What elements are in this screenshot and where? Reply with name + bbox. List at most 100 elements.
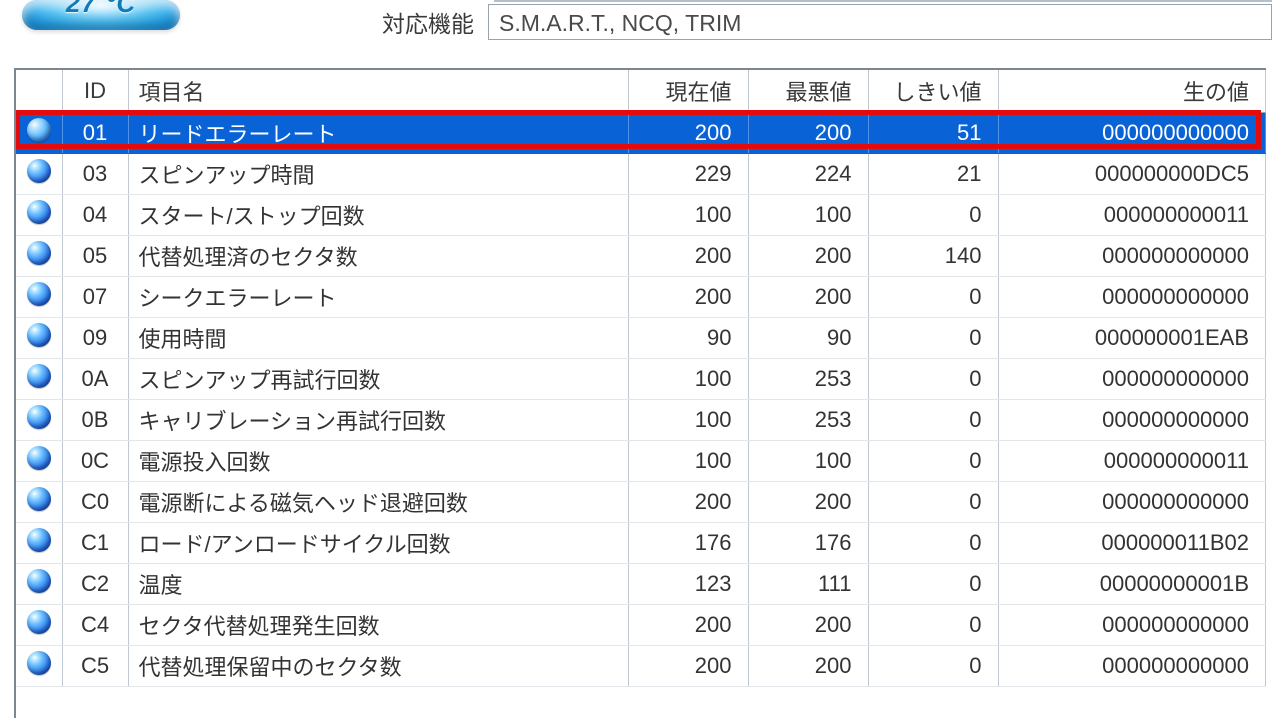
cell-name: 電源投入回数 xyxy=(128,440,628,481)
temperature-value: 27 °C xyxy=(66,0,136,19)
feature-field[interactable] xyxy=(488,4,1272,40)
cell-threshold: 0 xyxy=(868,276,998,317)
status-orb-icon xyxy=(27,487,51,511)
table-row[interactable]: 07シークエラーレート2002000000000000000 xyxy=(16,276,1266,317)
cell-raw: 000000000000 xyxy=(998,235,1266,276)
cell-raw: 000000000011 xyxy=(998,194,1266,235)
cell-current: 200 xyxy=(628,481,748,522)
status-orb-icon xyxy=(27,323,51,347)
cell-raw: 000000001EAB xyxy=(998,317,1266,358)
col-name[interactable]: 項目名 xyxy=(128,70,628,112)
cell-current: 200 xyxy=(628,604,748,645)
cell-name: リードエラーレート xyxy=(128,112,628,153)
table-row[interactable]: C4セクタ代替処理発生回数2002000000000000000 xyxy=(16,604,1266,645)
cell-id: 09 xyxy=(62,317,128,358)
status-cell xyxy=(16,440,62,481)
cell-name: 使用時間 xyxy=(128,317,628,358)
cell-threshold: 0 xyxy=(868,481,998,522)
status-orb-icon xyxy=(27,528,51,552)
cell-name: シークエラーレート xyxy=(128,276,628,317)
status-cell xyxy=(16,604,62,645)
cell-id: 05 xyxy=(62,235,128,276)
table-row[interactable]: 03スピンアップ時間22922421000000000DC5 xyxy=(16,153,1266,194)
cell-name: セクタ代替処理発生回数 xyxy=(128,604,628,645)
status-orb-icon xyxy=(27,241,51,265)
cell-current: 123 xyxy=(628,563,748,604)
cell-current: 90 xyxy=(628,317,748,358)
cell-id: 04 xyxy=(62,194,128,235)
cell-current: 100 xyxy=(628,399,748,440)
table-header-row[interactable]: ID 項目名 現在値 最悪値 しきい値 生の値 xyxy=(16,70,1266,112)
cell-id: 0A xyxy=(62,358,128,399)
cell-threshold: 0 xyxy=(868,522,998,563)
cell-worst: 200 xyxy=(748,604,868,645)
cell-raw: 000000000000 xyxy=(998,112,1266,153)
cell-worst: 100 xyxy=(748,194,868,235)
temperature-badge[interactable]: 27 °C xyxy=(22,0,180,30)
status-orb-icon xyxy=(27,651,51,675)
status-cell xyxy=(16,276,62,317)
cell-name: スタート/ストップ回数 xyxy=(128,194,628,235)
smart-table[interactable]: ID 項目名 現在値 最悪値 しきい値 生の値 01リードエラーレート20020… xyxy=(16,70,1266,687)
feature-row: 対応機能 xyxy=(382,4,1272,40)
cell-name: ロード/アンロードサイクル回数 xyxy=(128,522,628,563)
cell-threshold: 21 xyxy=(868,153,998,194)
field-top-border xyxy=(494,0,1272,2)
cell-raw: 000000000000 xyxy=(998,399,1266,440)
table-row[interactable]: C0電源断による磁気ヘッド退避回数2002000000000000000 xyxy=(16,481,1266,522)
table-row[interactable]: C1ロード/アンロードサイクル回数1761760000000011B02 xyxy=(16,522,1266,563)
cell-current: 100 xyxy=(628,194,748,235)
cell-id: 03 xyxy=(62,153,128,194)
cell-threshold: 0 xyxy=(868,440,998,481)
cell-name: スピンアップ再試行回数 xyxy=(128,358,628,399)
cell-threshold: 0 xyxy=(868,604,998,645)
cell-worst: 200 xyxy=(748,481,868,522)
cell-name: 温度 xyxy=(128,563,628,604)
cell-id: 0B xyxy=(62,399,128,440)
table-row[interactable]: 0Bキャリブレーション再試行回数1002530000000000000 xyxy=(16,399,1266,440)
table-row[interactable]: 09使用時間90900000000001EAB xyxy=(16,317,1266,358)
cell-worst: 200 xyxy=(748,276,868,317)
table-row[interactable]: 0C電源投入回数1001000000000000011 xyxy=(16,440,1266,481)
table-row[interactable]: 01リードエラーレート20020051000000000000 xyxy=(16,112,1266,153)
cell-id: C2 xyxy=(62,563,128,604)
cell-threshold: 0 xyxy=(868,317,998,358)
feature-label: 対応機能 xyxy=(382,5,474,39)
cell-raw: 00000000001B xyxy=(998,563,1266,604)
col-worst[interactable]: 最悪値 xyxy=(748,70,868,112)
status-orb-icon xyxy=(27,118,51,142)
col-raw[interactable]: 生の値 xyxy=(998,70,1266,112)
cell-id: C4 xyxy=(62,604,128,645)
col-status[interactable] xyxy=(16,70,62,112)
cell-threshold: 0 xyxy=(868,563,998,604)
status-cell xyxy=(16,399,62,440)
cell-id: C1 xyxy=(62,522,128,563)
col-id[interactable]: ID xyxy=(62,70,128,112)
cell-threshold: 0 xyxy=(868,399,998,440)
status-orb-icon xyxy=(27,446,51,470)
status-cell xyxy=(16,112,62,153)
cell-id: C5 xyxy=(62,645,128,686)
cell-worst: 253 xyxy=(748,358,868,399)
col-threshold[interactable]: しきい値 xyxy=(868,70,998,112)
cell-raw: 000000000DC5 xyxy=(998,153,1266,194)
col-current[interactable]: 現在値 xyxy=(628,70,748,112)
cell-raw: 000000000000 xyxy=(998,604,1266,645)
cell-name: 電源断による磁気ヘッド退避回数 xyxy=(128,481,628,522)
table-row[interactable]: 04スタート/ストップ回数1001000000000000011 xyxy=(16,194,1266,235)
table-row[interactable]: 05代替処理済のセクタ数200200140000000000000 xyxy=(16,235,1266,276)
top-bar: 27 °C 対応機能 xyxy=(0,0,1280,58)
smart-table-wrap: ID 項目名 現在値 最悪値 しきい値 生の値 01リードエラーレート20020… xyxy=(14,68,1266,718)
cell-current: 229 xyxy=(628,153,748,194)
table-row[interactable]: C5代替処理保留中のセクタ数2002000000000000000 xyxy=(16,645,1266,686)
table-row[interactable]: C2温度123111000000000001B xyxy=(16,563,1266,604)
table-row[interactable]: 0Aスピンアップ再試行回数1002530000000000000 xyxy=(16,358,1266,399)
status-orb-icon xyxy=(27,610,51,634)
status-orb-icon xyxy=(27,282,51,306)
cell-current: 100 xyxy=(628,440,748,481)
status-cell xyxy=(16,645,62,686)
status-cell xyxy=(16,194,62,235)
cell-name: スピンアップ時間 xyxy=(128,153,628,194)
cell-raw: 000000000000 xyxy=(998,358,1266,399)
status-cell xyxy=(16,358,62,399)
